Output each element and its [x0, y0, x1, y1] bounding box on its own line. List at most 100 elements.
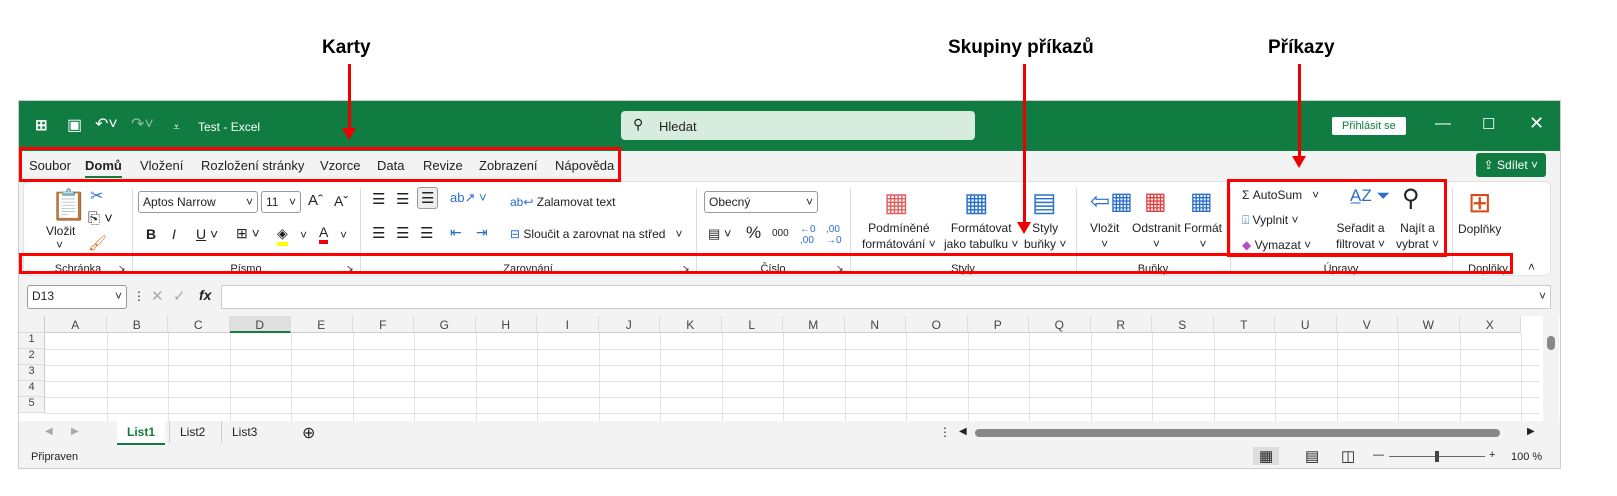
addins-button[interactable]: Doplňky	[1458, 222, 1501, 236]
scroll-left-icon[interactable]: ◀	[959, 426, 967, 437]
column-header[interactable]: K	[660, 316, 722, 333]
search-input[interactable]: ⚲ Hledat	[621, 111, 975, 140]
next-sheet-icon[interactable]: ▶	[71, 426, 79, 437]
borders-icon[interactable]: ⊞ ˅	[236, 225, 260, 242]
thousands-button[interactable]: 000	[772, 228, 789, 239]
column-header[interactable]: P	[967, 316, 1029, 333]
column-header[interactable]: M	[783, 316, 845, 333]
format-table-button[interactable]: Formátovat jako tabulku ˅	[944, 220, 1018, 252]
column-header[interactable]: H	[475, 316, 537, 333]
increase-indent-icon[interactable]: ⇥	[476, 224, 488, 241]
accounting-format-icon[interactable]: ▤ ˅	[708, 226, 732, 242]
sheet-tab[interactable]: List1	[117, 421, 166, 445]
signin-button[interactable]: Přihlásit se	[1332, 117, 1406, 135]
close-icon[interactable]: ✕	[1529, 113, 1544, 134]
column-header[interactable]: D	[229, 316, 291, 333]
column-header[interactable]: F	[352, 316, 414, 333]
column-header[interactable]: L	[721, 316, 783, 333]
align-right-icon[interactable]: ☰	[420, 224, 433, 242]
sheet-tab[interactable]: List3	[221, 421, 267, 443]
redo-icon[interactable]: ↷˅	[131, 114, 154, 134]
align-bottom-icon[interactable]: ☰	[417, 187, 439, 209]
percent-button[interactable]: %	[746, 223, 761, 243]
format-cells-button[interactable]: Formát ˅	[1184, 220, 1222, 252]
customize-icon[interactable]: ⩡	[173, 120, 180, 135]
formula-input[interactable]: ˅	[221, 285, 1551, 309]
minimize-icon[interactable]: —	[1435, 115, 1451, 133]
format-painter-icon[interactable]: 🖌	[88, 234, 107, 252]
paste-button[interactable]: Vložit	[46, 224, 75, 238]
page-break-icon[interactable]: ◫	[1341, 447, 1355, 465]
merge-center-button[interactable]: ⊟ Sloučit a zarovnat na střed ˅	[510, 227, 683, 241]
number-format-select[interactable]: Obecný ˅	[704, 191, 818, 213]
font-color-icon[interactable]: A	[319, 224, 329, 244]
row-header[interactable]: 2	[19, 349, 45, 365]
column-header[interactable]: U	[1275, 316, 1337, 333]
zoom-out-icon[interactable]: —	[1373, 449, 1384, 461]
increase-decimal-icon[interactable]: ←0,00	[800, 224, 816, 246]
zoom-level[interactable]: 100 %	[1511, 451, 1542, 463]
insert-cells-button[interactable]: Vložit ˅	[1090, 220, 1119, 252]
add-sheet-icon[interactable]: ⊕	[302, 423, 315, 443]
column-header[interactable]: C	[168, 316, 230, 333]
column-header[interactable]: G	[414, 316, 476, 333]
insert-function-button[interactable]: fx	[199, 287, 211, 303]
column-header[interactable]: J	[598, 316, 660, 333]
column-header[interactable]: R	[1090, 316, 1152, 333]
horizontal-scrollbar[interactable]	[975, 429, 1500, 437]
vertical-scrollbar[interactable]	[1543, 316, 1559, 421]
save-icon[interactable]: ▣	[67, 115, 82, 135]
zoom-in-icon[interactable]: +	[1489, 449, 1495, 461]
column-header[interactable]: T	[1213, 316, 1275, 333]
scroll-right-icon[interactable]: ▶	[1527, 426, 1535, 437]
column-header[interactable]: Q	[1029, 316, 1091, 333]
font-size-select[interactable]: 11 ˅	[261, 191, 301, 213]
undo-icon[interactable]: ↶˅	[95, 114, 118, 134]
column-header[interactable]: V	[1336, 316, 1398, 333]
row-header[interactable]: 3	[19, 365, 45, 381]
share-button[interactable]: ⇪ Sdílet ˅	[1475, 153, 1546, 177]
column-header[interactable]: I	[537, 316, 599, 333]
align-center-icon[interactable]: ☰	[396, 224, 409, 242]
maximize-icon[interactable]: ☐	[1482, 115, 1495, 133]
copy-icon[interactable]: ⎘ ˅	[88, 210, 113, 227]
bold-button[interactable]: B	[146, 226, 156, 242]
orientation-icon[interactable]: ab↗ ˅	[450, 190, 487, 206]
zoom-slider[interactable]	[1389, 451, 1485, 462]
column-header[interactable]: X	[1459, 316, 1521, 333]
column-header[interactable]: W	[1398, 316, 1460, 333]
wrap-text-button[interactable]: ab↩ Zalamovat text	[510, 195, 615, 209]
cancel-icon[interactable]: ✕	[151, 287, 164, 305]
fill-color-icon[interactable]: ◈	[277, 225, 288, 246]
row-header[interactable]: 5	[19, 397, 45, 413]
row-header[interactable]: 1	[19, 333, 45, 349]
normal-view-icon[interactable]: ▦	[1253, 447, 1280, 465]
italic-button[interactable]: I	[172, 226, 176, 242]
column-header[interactable]: E	[291, 316, 353, 333]
decrease-indent-icon[interactable]: ⇤	[450, 224, 462, 241]
sheet-tab[interactable]: List2	[169, 421, 215, 443]
align-left-icon[interactable]: ☰	[372, 224, 385, 242]
align-top-icon[interactable]: ☰	[372, 190, 385, 208]
align-middle-icon[interactable]: ☰	[396, 190, 409, 208]
prev-sheet-icon[interactable]: ◀	[45, 426, 53, 437]
shrink-font-icon[interactable]: Aˇ	[334, 193, 348, 209]
column-header[interactable]: O	[906, 316, 968, 333]
column-header[interactable]: B	[106, 316, 168, 333]
page-layout-icon[interactable]: ▤	[1305, 447, 1319, 465]
row-header[interactable]: 4	[19, 381, 45, 397]
grow-font-icon[interactable]: Aˆ	[308, 192, 323, 209]
enter-icon[interactable]: ✓	[173, 287, 186, 305]
underline-button[interactable]: U ˅	[196, 226, 218, 242]
cut-icon[interactable]: ✂	[90, 186, 103, 206]
column-header[interactable]: S	[1152, 316, 1214, 333]
font-name-select[interactable]: Aptos Narrow ˅	[138, 191, 258, 213]
column-header[interactable]: A	[45, 316, 107, 333]
delete-cells-button[interactable]: Odstranit ˅	[1132, 220, 1181, 252]
name-box[interactable]: D13 ˅	[27, 285, 127, 309]
select-all-corner[interactable]	[19, 316, 45, 333]
collapse-ribbon-icon[interactable]: ˄	[1528, 260, 1535, 274]
conditional-format-button[interactable]: Podmíněné formátování ˅	[862, 220, 936, 252]
decrease-decimal-icon[interactable]: ,00 →0	[826, 224, 842, 246]
column-header[interactable]: N	[844, 316, 906, 333]
